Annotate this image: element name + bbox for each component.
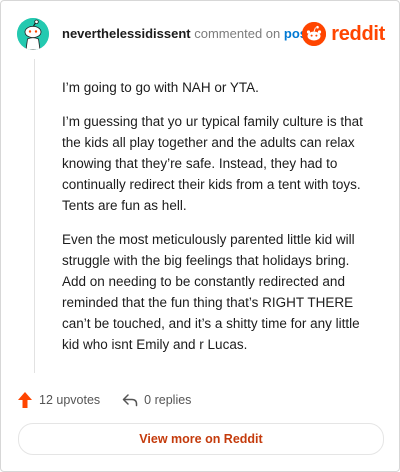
thread-line: [34, 59, 35, 373]
upvote-arrow-icon: [18, 392, 32, 408]
username-link[interactable]: neverthelessidissent: [62, 26, 191, 41]
upvote-button[interactable]: 12 upvotes: [17, 391, 100, 409]
reply-button[interactable]: 0 replies: [122, 393, 191, 407]
comment-paragraph: Even the most meticulously parented litt…: [62, 232, 360, 352]
view-more-button[interactable]: View more on Reddit: [18, 423, 384, 455]
reply-count: 0 replies: [144, 393, 192, 407]
upvote-count: 12 upvotes: [39, 393, 101, 407]
reddit-comment-embed: neverthelessidissent commented on post r…: [0, 0, 400, 472]
snoo-avatar-icon: [17, 18, 49, 50]
comment-header: neverthelessidissent commented on post r…: [17, 15, 385, 55]
reply-arrow-icon: [122, 394, 138, 407]
comment-body: I’m going to go with NAH or YTA. I’m gue…: [62, 77, 376, 368]
reddit-logo[interactable]: reddit: [302, 20, 385, 48]
reddit-wordmark: reddit: [331, 22, 385, 45]
comment-paragraph: I’m going to go with NAH or YTA.: [62, 80, 259, 95]
reddit-snoo-icon: [302, 22, 327, 46]
comment-actions: 12 upvotes 0 replies: [17, 389, 213, 411]
avatar[interactable]: [17, 18, 49, 50]
author-line: neverthelessidissent commented on post: [62, 26, 311, 41]
commented-on-label: commented on: [194, 26, 281, 41]
comment-paragraph: I’m guessing that yo ur typical family c…: [62, 114, 363, 213]
